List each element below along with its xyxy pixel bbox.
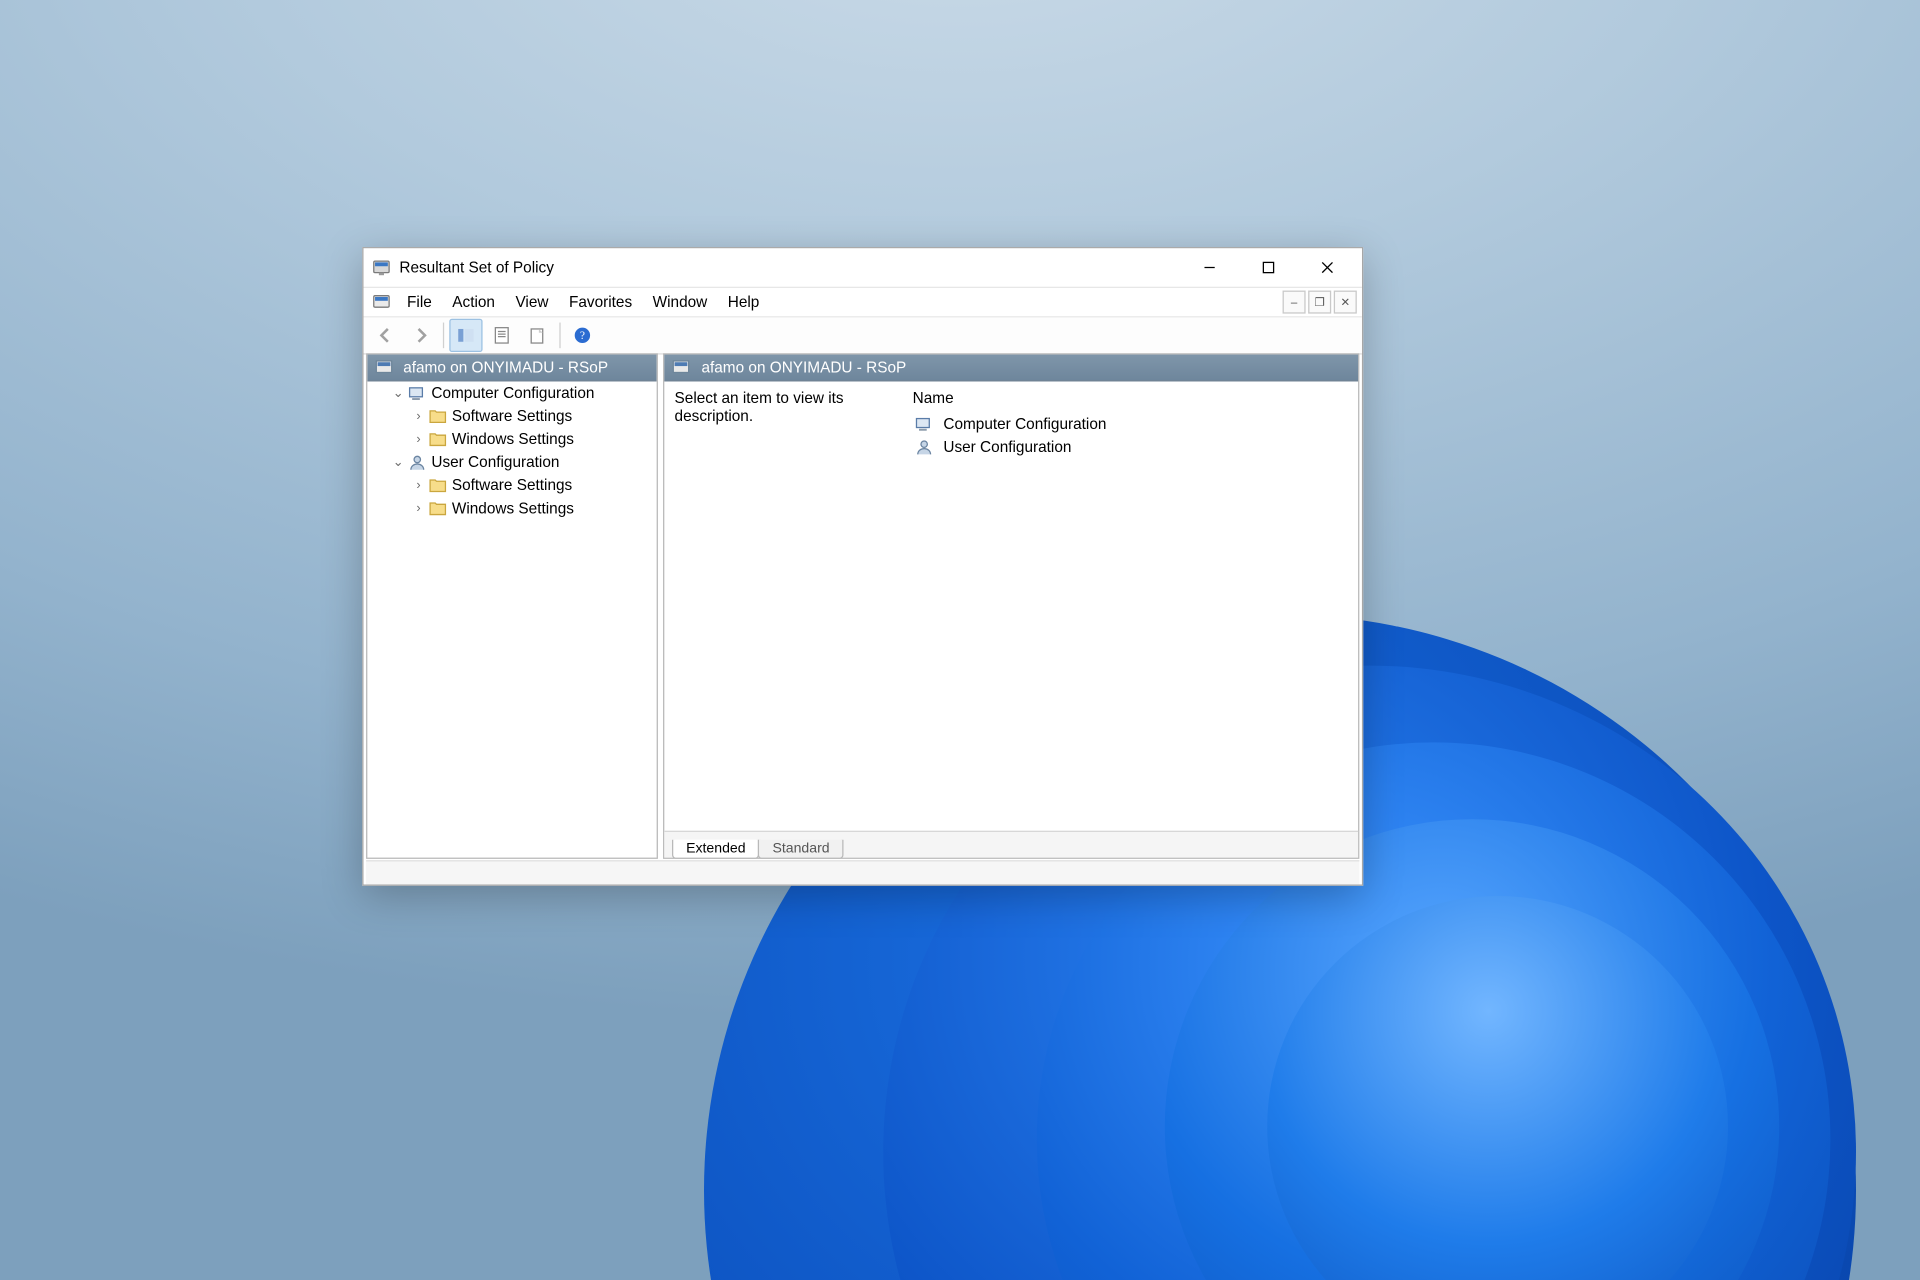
description-hint: Select an item to view its description. [675, 389, 913, 825]
expand-icon[interactable]: › [411, 432, 426, 446]
details-pane: afamo on ONYIMADU - RSoP Select an item … [663, 353, 1359, 859]
menu-file[interactable]: File [397, 291, 442, 314]
tree-node-computer-config[interactable]: ⌄ Computer Configuration [367, 381, 656, 404]
mdi-minimize-button[interactable]: – [1283, 291, 1306, 314]
desktop-background: Resultant Set of Policy File Action View… [0, 0, 1920, 1280]
list-item-label: Computer Configuration [943, 415, 1106, 433]
folder-icon [428, 406, 448, 426]
computer-icon [407, 383, 427, 403]
rsop-icon [671, 357, 691, 377]
nav-forward-button[interactable] [404, 319, 437, 352]
tab-standard[interactable]: Standard [758, 840, 843, 859]
folder-icon [428, 475, 448, 495]
folder-icon [428, 498, 448, 518]
mdi-close-button[interactable]: ✕ [1334, 291, 1357, 314]
maximize-button[interactable] [1239, 248, 1298, 286]
minimize-button[interactable] [1180, 248, 1239, 286]
column-header-name[interactable]: Name [913, 389, 1348, 407]
tree-node-user-config[interactable]: ⌄ User Configuration [367, 451, 656, 474]
mdi-restore-button[interactable]: ❐ [1308, 291, 1331, 314]
window-title: Resultant Set of Policy [399, 259, 554, 277]
nav-back-button[interactable] [369, 319, 402, 352]
details-header-label: afamo on ONYIMADU - RSoP [701, 358, 906, 376]
help-button[interactable]: ? [566, 319, 599, 352]
export-list-button[interactable] [521, 319, 554, 352]
tree-node-user-windows[interactable]: › Windows Settings [367, 497, 656, 520]
menu-favorites[interactable]: Favorites [559, 291, 643, 314]
expand-icon[interactable]: › [411, 478, 426, 492]
list-item-label: User Configuration [943, 438, 1071, 456]
tab-extended[interactable]: Extended [672, 840, 760, 859]
tree-root-label: afamo on ONYIMADU - RSoP [403, 358, 608, 376]
folder-icon [428, 429, 448, 449]
toolbar-separator [443, 323, 444, 349]
app-icon [371, 257, 391, 277]
menu-bar: File Action View Favorites Window Help –… [364, 288, 1362, 317]
menu-window[interactable]: Window [642, 291, 717, 314]
close-button[interactable] [1298, 248, 1357, 286]
tree-label: Software Settings [452, 476, 572, 494]
svg-text:?: ? [580, 330, 585, 342]
toolbar: ? [364, 317, 1362, 354]
tree-node-comp-windows[interactable]: › Windows Settings [367, 428, 656, 451]
toolbar-separator [559, 323, 560, 349]
properties-button[interactable] [485, 319, 518, 352]
list-item[interactable]: User Configuration [913, 435, 1348, 458]
view-tabs: Extended Standard [664, 831, 1358, 858]
tree-label: Windows Settings [452, 499, 574, 517]
tree-node-user-software[interactable]: › Software Settings [367, 474, 656, 497]
expand-icon[interactable]: › [411, 409, 426, 423]
collapse-icon[interactable]: ⌄ [390, 455, 405, 469]
mmc-window: Resultant Set of Policy File Action View… [362, 247, 1363, 886]
user-icon [407, 452, 427, 472]
list-item[interactable]: Computer Configuration [913, 412, 1348, 435]
mdi-child-controls: – ❐ ✕ [1283, 291, 1362, 314]
details-header: afamo on ONYIMADU - RSoP [664, 355, 1358, 382]
tree-label: User Configuration [431, 453, 559, 471]
expand-icon[interactable]: › [411, 501, 426, 515]
status-bar [366, 860, 1359, 884]
tree-label: Computer Configuration [431, 384, 594, 402]
console-icon [371, 292, 391, 312]
console-tree[interactable]: afamo on ONYIMADU - RSoP ⌄ Computer Conf… [366, 353, 658, 859]
rsop-icon [374, 357, 394, 377]
tree-label: Software Settings [452, 407, 572, 425]
title-bar[interactable]: Resultant Set of Policy [364, 248, 1362, 288]
user-icon [914, 436, 934, 456]
menu-help[interactable]: Help [718, 291, 770, 314]
tree-label: Windows Settings [452, 430, 574, 448]
tree-root-selected[interactable]: afamo on ONYIMADU - RSoP [367, 355, 656, 382]
collapse-icon[interactable]: ⌄ [390, 386, 405, 400]
tree-node-comp-software[interactable]: › Software Settings [367, 404, 656, 427]
menu-view[interactable]: View [505, 291, 558, 314]
details-list[interactable]: Name Computer Configuration User Configu… [913, 389, 1348, 825]
show-hide-tree-button[interactable] [449, 319, 482, 352]
menu-action[interactable]: Action [442, 291, 505, 314]
computer-icon [914, 413, 934, 433]
